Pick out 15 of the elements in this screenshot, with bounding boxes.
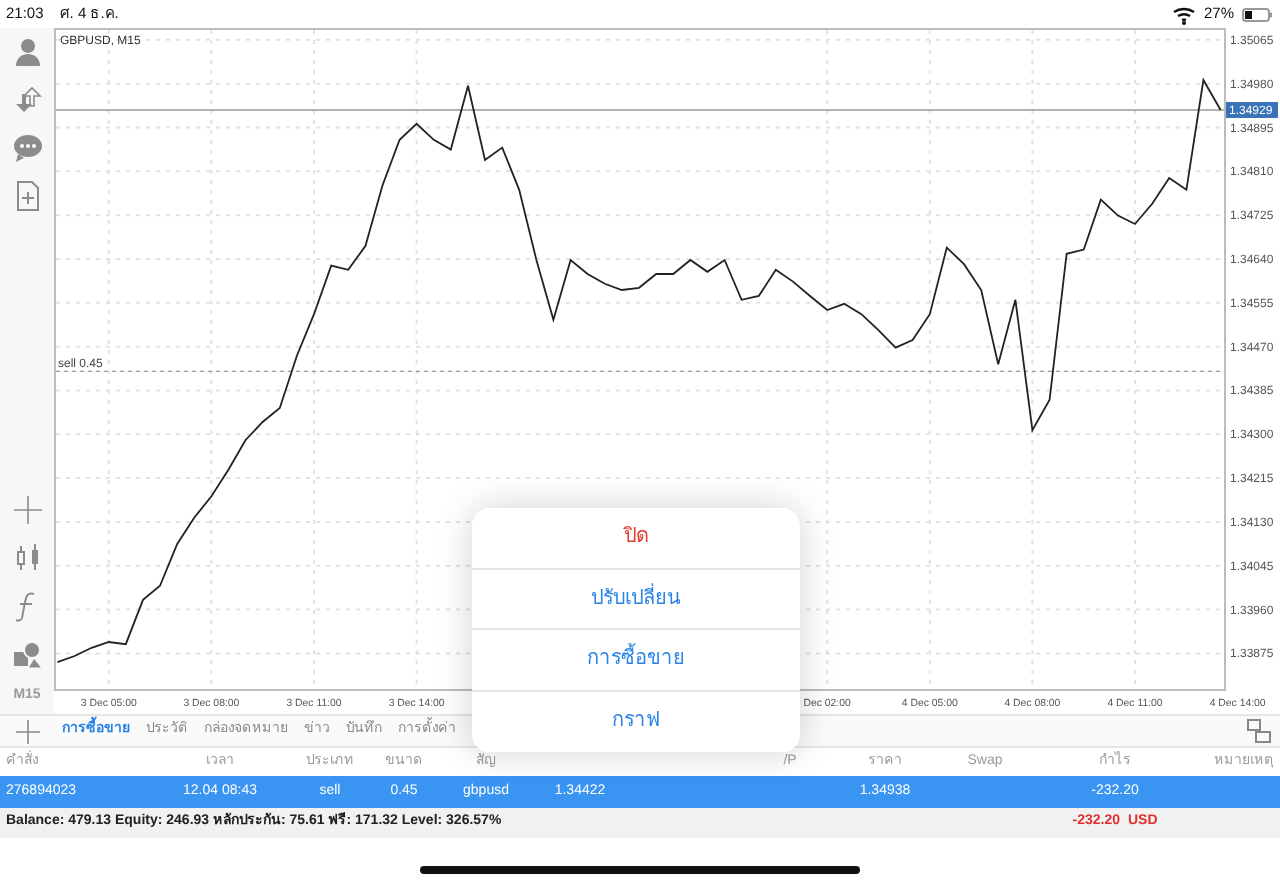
layout-icon[interactable] xyxy=(1246,718,1272,744)
new-document-icon[interactable] xyxy=(11,180,43,212)
chat-icon[interactable] xyxy=(11,132,43,164)
action-sheet-item[interactable]: ปรับเปลี่ยน xyxy=(472,569,800,630)
battery-icon xyxy=(1242,7,1274,21)
trade-arrows-icon[interactable] xyxy=(11,84,43,116)
user-icon[interactable] xyxy=(11,36,43,68)
shapes-icon[interactable] xyxy=(11,637,43,669)
action-sheet-item[interactable]: กราฟ xyxy=(472,691,800,752)
crosshair-icon[interactable] xyxy=(11,493,43,525)
action-sheet-item[interactable]: การซื้อขาย xyxy=(472,630,800,691)
add-icon[interactable] xyxy=(15,719,39,743)
wifi-icon xyxy=(1171,3,1196,25)
action-sheet-item[interactable]: ปิด xyxy=(472,508,800,569)
candlestick-icon[interactable] xyxy=(11,541,43,573)
